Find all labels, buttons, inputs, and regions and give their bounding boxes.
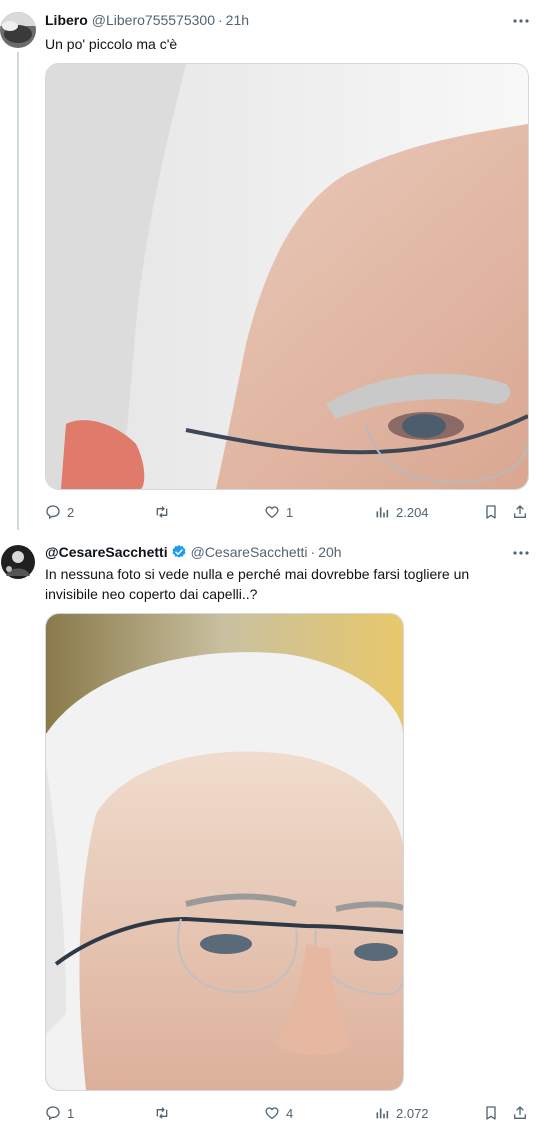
avatar-libero[interactable] — [0, 12, 36, 48]
reply-icon — [46, 505, 60, 520]
separator-dot: · — [218, 12, 223, 28]
tweet-actions: 2 1 2.204 — [45, 501, 533, 523]
more-icon — [513, 551, 529, 555]
thread-line — [17, 52, 19, 530]
like-count: 1 — [286, 504, 294, 520]
like-icon — [265, 1107, 279, 1120]
views-button[interactable]: 2.072 — [374, 1102, 429, 1124]
tweet-text: Un po' piccolo ma c'è — [45, 36, 178, 52]
tweet-cesare: @CesareSacchetti @CesareSacchetti · 20h … — [0, 530, 545, 1131]
more-options-button[interactable] — [511, 11, 531, 31]
views-icon — [376, 1108, 389, 1119]
like-button[interactable]: 4 — [264, 1102, 293, 1124]
like-count: 4 — [286, 1105, 294, 1121]
tweet-image[interactable] — [45, 63, 529, 490]
share-icon — [514, 505, 526, 518]
author-handle[interactable]: @Libero755575300 — [92, 12, 215, 28]
reply-button[interactable]: 2 — [45, 501, 74, 523]
verified-badge-icon — [171, 544, 187, 560]
share-icon — [514, 1106, 526, 1119]
author-handle[interactable]: @CesareSacchetti — [191, 544, 308, 560]
share-button[interactable] — [512, 1102, 528, 1124]
reply-count: 2 — [67, 504, 75, 520]
tweet-image[interactable] — [45, 613, 404, 1091]
retweet-button[interactable] — [153, 1102, 177, 1124]
views-count: 2.204 — [396, 504, 429, 520]
views-button[interactable]: 2.204 — [374, 501, 429, 523]
tweet-text: In nessuna foto si vede nulla e perché m… — [45, 566, 470, 602]
more-options-button[interactable] — [511, 543, 531, 563]
photo-closeup-face — [46, 64, 528, 489]
tweet-time[interactable]: 21h — [226, 12, 249, 28]
tweet-header: Libero @Libero755575300 · 21h — [45, 10, 249, 30]
separator-dot: · — [310, 544, 316, 560]
share-button[interactable] — [512, 501, 528, 523]
tweet-libero: Libero @Libero755575300 · 21h Un po' pic… — [0, 0, 545, 530]
avatar-cesare[interactable] — [0, 544, 36, 580]
views-icon — [376, 507, 389, 518]
like-icon — [265, 506, 279, 519]
bookmark-button[interactable] — [483, 1102, 499, 1124]
author-name[interactable]: @CesareSacchetti — [45, 544, 168, 560]
retweet-icon — [156, 1107, 168, 1119]
author-name[interactable]: Libero — [45, 12, 88, 28]
retweet-icon — [156, 506, 168, 518]
like-button[interactable]: 1 — [264, 501, 293, 523]
retweet-button[interactable] — [153, 501, 177, 523]
reply-icon — [46, 1106, 60, 1121]
reply-button[interactable]: 1 — [45, 1102, 74, 1124]
views-count: 2.072 — [396, 1105, 429, 1121]
bookmark-icon — [486, 505, 496, 519]
bookmark-button[interactable] — [483, 501, 499, 523]
bookmark-icon — [486, 1106, 496, 1120]
more-icon — [513, 19, 529, 23]
tweet-actions: 1 4 2.072 — [45, 1102, 533, 1124]
reply-count: 1 — [67, 1105, 75, 1121]
photo-portrait-face — [46, 614, 403, 1090]
tweet-header: @CesareSacchetti @CesareSacchetti · 20h — [45, 542, 342, 562]
tweet-time[interactable]: 20h — [318, 544, 341, 560]
